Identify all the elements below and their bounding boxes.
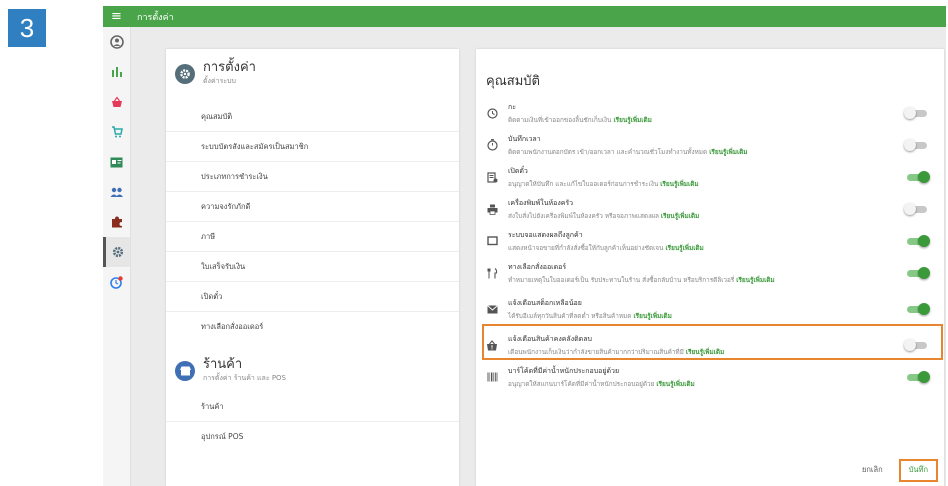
learn-more-link[interactable]: เรียนรู้เพิ่มเติม: [736, 276, 774, 284]
app-window: ≡ การตั้งค่า การตั้งค่า ตั้งค่าระบบ คุณส…: [103, 6, 946, 486]
page-title: การตั้งค่า: [137, 12, 174, 23]
settings-nav-panel: การตั้งค่า ตั้งค่าระบบ คุณสมบัติ ระบบบัต…: [166, 49, 459, 486]
feature-description: แสดงหน้าจอขายที่กำลังสั่งซื้อให้กับลูกค้…: [508, 243, 664, 252]
nav-item-stores[interactable]: ร้านค้า: [166, 392, 459, 422]
toggle-shifts[interactable]: [904, 107, 930, 119]
toggle-dining-options[interactable]: [904, 267, 930, 279]
nav-item-features[interactable]: คุณสมบัติ: [166, 102, 459, 132]
feature-row-kitchen-printers: เครื่องพิมพ์ในห้องครัว ส่งใบสั่งไปยังเคร…: [476, 193, 944, 225]
save-button[interactable]: บันทึก: [898, 458, 938, 482]
feature-name: ทางเลือกสั่งออเดอร์: [508, 262, 567, 271]
toggle-time-clock[interactable]: [904, 139, 930, 151]
settings-section-header: การตั้งค่า ตั้งค่าระบบ: [166, 49, 459, 89]
feature-row-time-clock: บันทึกเวลา ติดตามพนักงานตอกบัตร เข้า/ออก…: [476, 129, 944, 161]
puzzle-icon: [111, 216, 122, 228]
nav-item-loyalty[interactable]: ความจงรักภักดี: [166, 192, 459, 222]
hamburger-icon[interactable]: ≡: [111, 9, 133, 24]
printer-icon: [487, 204, 497, 215]
features-footer: ยกเลิก บันทึก: [476, 454, 944, 486]
cart-icon: [111, 126, 123, 138]
rail-item-settings[interactable]: [103, 237, 130, 267]
store-section-header: ร้านค้า การตั้งค่า ร้านค้า และ POS: [166, 346, 459, 386]
cutlery-icon: [487, 267, 497, 278]
store-section-subtitle: การตั้งค่า ร้านค้า และ POS: [203, 373, 287, 382]
feature-name: บันทึกเวลา: [508, 134, 541, 143]
barcode-icon: [487, 372, 497, 382]
feature-row-shifts: กะ ติดตามเงินที่เข้าออกของลิ้นชักเก็บเงิ…: [476, 97, 944, 129]
rail-item-customers[interactable]: [103, 177, 130, 207]
learn-more-link[interactable]: เรียนรู้เพิ่มเติม: [656, 380, 694, 388]
feature-row-weight-barcodes: บาร์โค้ดที่มีค่าน้ำหนักประกอบอยู่ด้วย อน…: [476, 361, 944, 393]
feature-name: เปิดตั๋ว: [508, 166, 528, 175]
feature-row-dining-options: ทางเลือกสั่งออเดอร์ ทำหมายเหตุในใบออเดอร…: [476, 257, 944, 289]
nav-item-payment-types[interactable]: ประเภทการชำระเงิน: [166, 162, 459, 192]
feature-name: บาร์โค้ดที่มีค่าน้ำหนักประกอบอยู่ด้วย: [508, 366, 620, 375]
highlight-box-low-stock: [482, 324, 943, 360]
feature-description: ได้รับอีเมล์ทุกวันสินค้าที่ลดต่ำ หรือสิน…: [508, 311, 632, 320]
store-nav-list: ร้านค้า อุปกรณ์ POS: [166, 392, 459, 452]
feature-description: อนุญาตให้บันทึก และแก้ไขใบออเดอร์ก่อนการ…: [508, 179, 659, 188]
toggle-kitchen-printers[interactable]: [904, 203, 930, 215]
feature-name: เครื่องพิมพ์ในห้องครัว: [508, 198, 574, 207]
toggle-open-tickets[interactable]: [904, 171, 930, 183]
feature-name: กะ: [508, 102, 516, 111]
timer-icon: [486, 139, 498, 151]
top-bar: ≡ การตั้งค่า: [103, 6, 946, 27]
learn-more-link[interactable]: เรียนรู้เพิ่มเติม: [633, 312, 671, 320]
nav-item-dining-options[interactable]: ทางเลือกสั่งออเดอร์: [166, 312, 459, 342]
clock-badge-icon: [110, 275, 123, 289]
feature-name: แจ้งเตือนสต็อกเหลือน้อย: [508, 298, 582, 307]
toggle-low-stock[interactable]: [904, 303, 930, 315]
nav-item-open-tickets[interactable]: เปิดตั๋ว: [166, 282, 459, 312]
rail-item-reports[interactable]: [103, 57, 130, 87]
rail-item-help[interactable]: [103, 267, 130, 297]
basket-icon: [111, 96, 122, 107]
cancel-button[interactable]: ยกเลิก: [854, 464, 891, 476]
settings-section-subtitle: ตั้งค่าระบบ: [203, 76, 236, 85]
mail-icon: [486, 304, 498, 313]
bar-chart-icon: [111, 67, 122, 77]
feature-description: ทำหมายเหตุในใบออเดอร์เป็น รับประทานในร้า…: [508, 275, 735, 284]
rail-item-employees[interactable]: [103, 147, 130, 177]
feature-name: ระบบจอแสดงผลถึงลูกค้า: [508, 230, 583, 239]
rail-item-inventory[interactable]: [103, 117, 130, 147]
store-section-title: ร้านค้า: [203, 357, 243, 373]
features-title: คุณสมบัติ: [486, 74, 540, 89]
features-panel: คุณสมบัติ กะ ติดตามเงินที่เข้าออกของลิ้น…: [476, 49, 944, 486]
ticket-icon: [486, 171, 497, 183]
learn-more-link[interactable]: เรียนรู้เพิ่มเติม: [661, 212, 699, 220]
nav-item-receipt[interactable]: ใบเสร็จรับเงิน: [166, 252, 459, 282]
nav-item-billing[interactable]: ระบบบัตรสังและสมัครเป็นสมาชิก: [166, 132, 459, 162]
feature-row-open-tickets: เปิดตั๋ว อนุญาตให้บันทึก และแก้ไขใบออเดอ…: [476, 161, 944, 193]
monitor-icon: [486, 236, 498, 246]
feature-description: ส่งใบสั่งไปยังเครื่องพิมพ์ในห้องครัว หรื…: [508, 211, 659, 220]
gear-icon: [112, 246, 124, 258]
feature-description: ติดตามพนักงานตอกบัตร เข้า/ออกเวลา และคำน…: [508, 147, 708, 156]
nav-item-pos-devices[interactable]: อุปกรณ์ POS: [166, 422, 459, 452]
learn-more-link[interactable]: เรียนรู้เพิ่มเติม: [709, 148, 747, 156]
user-icon: [109, 35, 124, 49]
nav-item-taxes[interactable]: ภาษี: [166, 222, 459, 252]
learn-more-link[interactable]: เรียนรู้เพิ่มเติม: [660, 180, 698, 188]
rail-item-account[interactable]: [103, 27, 130, 57]
store-icon: [175, 361, 195, 381]
feature-row-customer-display: ระบบจอแสดงผลถึงลูกค้า แสดงหน้าจอขายที่กำ…: [476, 225, 944, 257]
clock-icon: [486, 107, 498, 119]
people-icon: [110, 187, 123, 197]
feature-description: ติดตามเงินที่เข้าออกของลิ้นชักเก็บเงิน: [508, 115, 612, 124]
id-card-icon: [110, 157, 123, 167]
toggle-customer-display[interactable]: [904, 235, 930, 247]
feature-row-low-stock: แจ้งเตือนสต็อกเหลือน้อย ได้รับอีเมล์ทุกว…: [476, 293, 944, 325]
learn-more-link[interactable]: เรียนรู้เพิ่มเติม: [613, 116, 651, 124]
feature-description: อนุญาตให้สแกนบาร์โค้ดที่มีค่าน้ำหนักประก…: [508, 379, 655, 388]
nav-rail: [103, 27, 131, 486]
rail-item-items[interactable]: [103, 87, 130, 117]
settings-gear-icon: [175, 64, 195, 84]
learn-more-link[interactable]: เรียนรู้เพิ่มเติม: [665, 244, 703, 252]
rail-item-integrations[interactable]: [103, 207, 130, 237]
step-number-badge: 3: [8, 9, 46, 47]
toggle-weight-barcodes[interactable]: [904, 371, 930, 383]
settings-nav-list: คุณสมบัติ ระบบบัตรสังและสมัครเป็นสมาชิก …: [166, 102, 459, 342]
settings-section-title: การตั้งค่า: [203, 60, 256, 76]
